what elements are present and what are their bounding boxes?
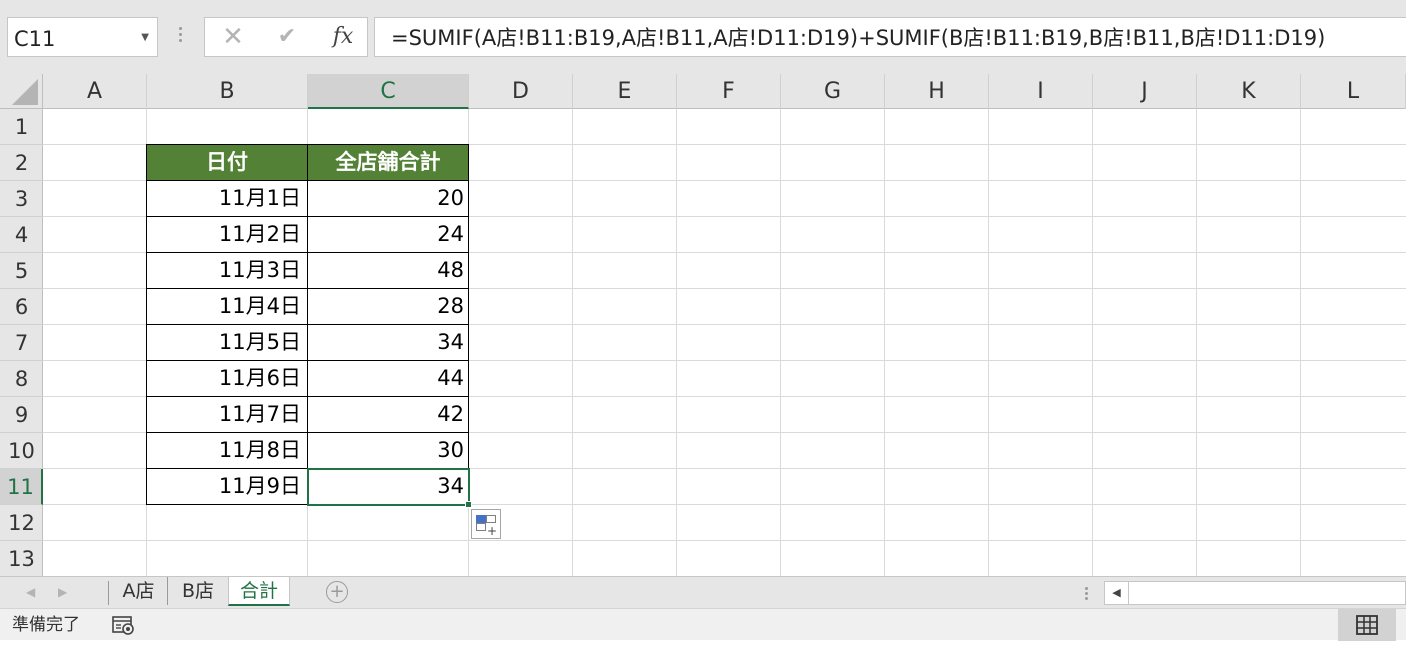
more-options-icon[interactable]: [174, 24, 186, 50]
column-header-k[interactable]: K: [1197, 74, 1301, 109]
scroll-left-icon[interactable]: ◀: [1105, 582, 1129, 604]
scroll-left-icon[interactable]: ◀: [26, 577, 35, 608]
date-cell[interactable]: 11月9日: [146, 468, 308, 505]
total-cell[interactable]: 42: [307, 396, 469, 433]
check-icon[interactable]: ✔: [269, 18, 305, 56]
row-header-4[interactable]: 4: [0, 217, 43, 253]
row-header-10[interactable]: 10: [0, 433, 43, 469]
name-box-value: C11: [14, 27, 56, 51]
quick-analysis-icon[interactable]: +: [471, 509, 501, 539]
column-header-d[interactable]: D: [469, 74, 573, 109]
more-options-icon[interactable]: [1083, 585, 1089, 603]
date-cell[interactable]: 11月8日: [146, 432, 308, 469]
sheet-tab-2[interactable]: B店: [168, 577, 228, 605]
divider: [108, 581, 109, 605]
column-header-c[interactable]: C: [308, 74, 469, 109]
column-header-j[interactable]: J: [1093, 74, 1197, 109]
total-cell[interactable]: 34: [307, 324, 469, 361]
total-cell[interactable]: 44: [307, 360, 469, 397]
row-header-6[interactable]: 6: [0, 289, 43, 325]
fill-handle[interactable]: [465, 501, 472, 508]
column-header-h[interactable]: H: [885, 74, 989, 109]
formula-buttons: ✕ ✔ fx: [204, 17, 368, 57]
sheet-tab-1[interactable]: A店: [110, 577, 168, 605]
formula-bar: C11 ▼ ✕ ✔ fx =SUMIF(A店!B11:B19,A店!B11,A店…: [0, 0, 1406, 74]
date-cell[interactable]: 11月7日: [146, 396, 308, 433]
total-cell[interactable]: 48: [307, 252, 469, 289]
total-cell[interactable]: 30: [307, 432, 469, 469]
row-header-9[interactable]: 9: [0, 397, 43, 433]
row-header-12[interactable]: 12: [0, 505, 43, 541]
gridline: [43, 540, 1406, 541]
cancel-icon[interactable]: ✕: [217, 18, 249, 56]
add-sheet-button[interactable]: +: [326, 581, 348, 603]
date-cell[interactable]: 11月5日: [146, 324, 308, 361]
column-header-i[interactable]: I: [989, 74, 1093, 109]
total-cell[interactable]: 24: [307, 216, 469, 253]
spreadsheet-grid: ABCDEFGHIJKL 1 2 3 4 5 6 7 8 9 10 11 12 13 日付 全店舗合計 11…: [0, 74, 1406, 576]
cell-area[interactable]: 日付 全店舗合計 11月1日 20 11月2日 24 11月3日 48 11月4日 28 11月5日…: [43, 109, 1406, 576]
date-cell[interactable]: 11月4日: [146, 288, 308, 325]
date-cell[interactable]: 11月1日: [146, 180, 308, 217]
sheet-tab-bar: ◀ ▶ A店 B店 合計 + ◀: [0, 576, 1406, 608]
row-header-1[interactable]: 1: [0, 109, 43, 145]
name-box[interactable]: C11 ▼: [7, 17, 158, 57]
macro-recording-icon[interactable]: [112, 615, 136, 635]
horizontal-scrollbar[interactable]: ◀: [1104, 581, 1406, 605]
select-all-icon: [12, 79, 38, 105]
column-header-b[interactable]: B: [147, 74, 308, 109]
row-header-8[interactable]: 8: [0, 361, 43, 397]
total-cell[interactable]: 20: [307, 180, 469, 217]
column-header-a[interactable]: A: [43, 74, 147, 109]
date-cell[interactable]: 11月6日: [146, 360, 308, 397]
column-header-bar: ABCDEFGHIJKL: [0, 74, 1406, 109]
date-cell[interactable]: 11月2日: [146, 216, 308, 253]
chevron-down-icon[interactable]: ▼: [141, 18, 149, 58]
column-header-g[interactable]: G: [781, 74, 885, 109]
status-text: 準備完了: [12, 615, 80, 635]
column-header-l[interactable]: L: [1301, 74, 1406, 109]
date-cell[interactable]: 11月3日: [146, 252, 308, 289]
grid-view-icon: [1356, 615, 1378, 635]
scroll-right-icon[interactable]: ▶: [58, 577, 67, 608]
normal-view-button[interactable]: [1338, 609, 1396, 641]
row-header-7[interactable]: 7: [0, 325, 43, 361]
row-header-2[interactable]: 2: [0, 145, 43, 181]
row-header-bar: 1 2 3 4 5 6 7 8 9 10 11 12 13: [0, 109, 43, 576]
insert-function-button[interactable]: fx: [323, 18, 363, 56]
column-header-e[interactable]: E: [573, 74, 677, 109]
sheet-tab-3[interactable]: 合計: [228, 577, 290, 606]
row-header-3[interactable]: 3: [0, 181, 43, 217]
header-cell-date[interactable]: 日付: [146, 144, 308, 181]
row-header-11[interactable]: 11: [0, 469, 43, 505]
select-all-button[interactable]: [0, 74, 43, 109]
row-header-5[interactable]: 5: [0, 253, 43, 289]
total-cell[interactable]: 34: [307, 468, 469, 505]
row-header-13[interactable]: 13: [0, 541, 43, 576]
status-bar: 準備完了: [0, 608, 1406, 641]
header-cell-total[interactable]: 全店舗合計: [307, 144, 469, 181]
column-header-f[interactable]: F: [677, 74, 781, 109]
formula-input[interactable]: =SUMIF(A店!B11:B19,A店!B11,A店!D11:D19)+SUM…: [374, 17, 1406, 57]
total-cell[interactable]: 28: [307, 288, 469, 325]
